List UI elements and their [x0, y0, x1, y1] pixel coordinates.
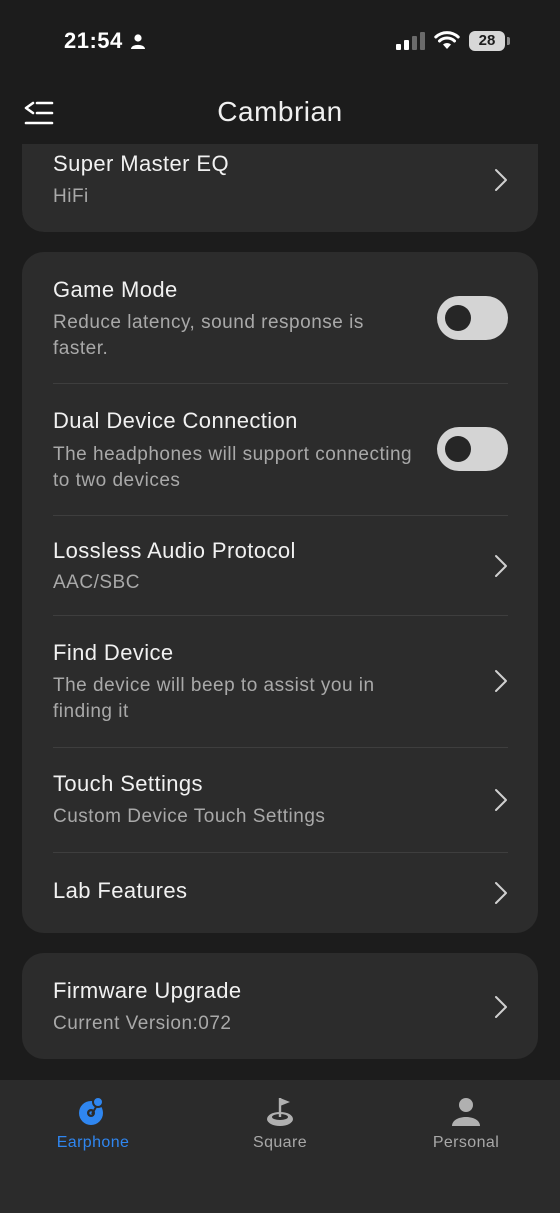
- settings-card: Game Mode Reduce latency, sound response…: [22, 252, 538, 933]
- firmware-upgrade-row[interactable]: Firmware Upgrade Current Version:072: [22, 953, 538, 1059]
- row-title: Lab Features: [53, 878, 188, 903]
- row-subtitle: Current Version:072: [53, 1013, 232, 1034]
- person-icon: [452, 1098, 480, 1126]
- chevron-right-icon: [495, 670, 507, 692]
- nav-bar: Cambrian: [0, 84, 560, 144]
- battery-level: 28: [469, 31, 505, 51]
- find-device-row[interactable]: Find Device The device will beep to assi…: [22, 616, 538, 747]
- dual-device-row: Dual Device Connection The headphones wi…: [22, 384, 538, 515]
- firmware-card: Firmware Upgrade Current Version:072: [22, 953, 538, 1059]
- tab-bar: Earphone Square Personal: [0, 1080, 560, 1213]
- earphone-icon: [79, 1096, 104, 1125]
- chevron-right-icon: [495, 555, 507, 577]
- page-title: Cambrian: [217, 96, 343, 127]
- tab-earphone[interactable]: Earphone: [33, 1094, 153, 1164]
- row-subtitle: AAC/SBC: [53, 572, 140, 593]
- person-icon: [131, 34, 145, 49]
- battery-cap: [507, 37, 510, 45]
- chevron-right-icon: [495, 882, 507, 904]
- chevron-right-icon: [495, 996, 507, 1018]
- toggle-knob: [445, 436, 471, 462]
- lab-features-row[interactable]: Lab Features: [22, 853, 538, 933]
- tab-label: Square: [253, 1134, 307, 1151]
- lossless-audio-row[interactable]: Lossless Audio Protocol AAC/SBC: [22, 516, 538, 615]
- square-flag-icon: [267, 1098, 293, 1126]
- wifi-icon: [434, 31, 460, 49]
- row-title: Touch Settings: [53, 771, 203, 796]
- tab-personal[interactable]: Personal: [406, 1094, 526, 1164]
- row-subtitle: Reduce latency, sound response is faster…: [53, 312, 364, 359]
- tab-square[interactable]: Square: [220, 1094, 340, 1164]
- status-time: 21:54: [64, 28, 123, 53]
- tab-label: Earphone: [56, 1134, 130, 1151]
- row-subtitle: Custom Device Touch Settings: [53, 806, 326, 827]
- row-title: Firmware Upgrade: [53, 978, 242, 1003]
- cellular-signal-icon: [396, 32, 425, 50]
- chevron-right-icon: [495, 789, 507, 811]
- row-title: Game Mode: [53, 277, 178, 302]
- row-subtitle: The headphones will support connecting t…: [53, 444, 413, 491]
- tab-label: Personal: [432, 1134, 500, 1151]
- status-bar: 21:54 28: [0, 0, 560, 84]
- row-title: Super Master EQ: [53, 151, 229, 176]
- game-mode-row: Game Mode Reduce latency, sound response…: [22, 252, 538, 383]
- toggle-knob: [445, 305, 471, 331]
- row-title: Dual Device Connection: [53, 408, 298, 433]
- chevron-right-icon: [495, 169, 507, 191]
- row-title: Lossless Audio Protocol: [53, 538, 296, 563]
- row-title: Find Device: [53, 640, 174, 665]
- row-subtitle: HiFi: [53, 186, 89, 207]
- game-mode-toggle[interactable]: [437, 296, 508, 340]
- row-subtitle: The device will beep to assist you in fi…: [53, 675, 375, 722]
- touch-settings-row[interactable]: Touch Settings Custom Device Touch Setti…: [22, 748, 538, 852]
- dual-device-toggle[interactable]: [437, 427, 508, 471]
